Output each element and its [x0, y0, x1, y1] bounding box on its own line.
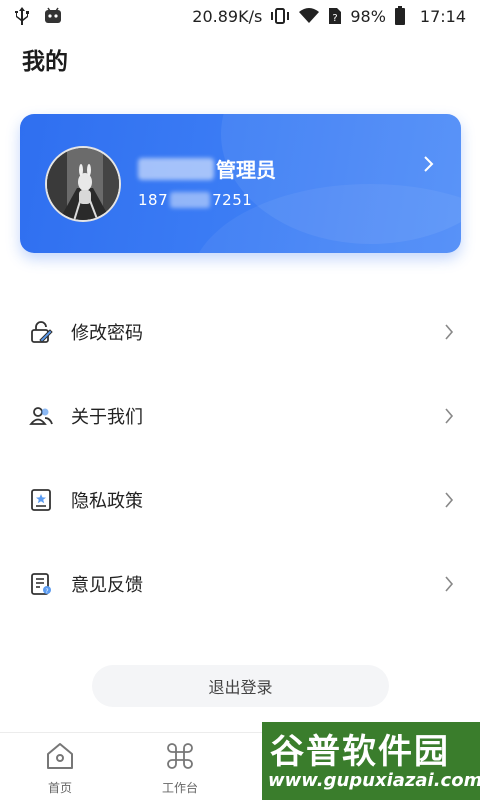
tab-label: 首页: [47, 781, 72, 795]
svg-text:?: ?: [45, 588, 48, 595]
menu-label: 关于我们: [71, 407, 143, 428]
command-icon: [164, 741, 196, 775]
menu-item-change-password[interactable]: 修改密码: [0, 302, 480, 362]
chevron-right-icon: [444, 491, 454, 513]
tab-workbench[interactable]: 工作台: [132, 741, 228, 797]
sim-unknown-icon: ?: [328, 7, 342, 25]
tab-home[interactable]: 首页: [12, 741, 108, 797]
name-redaction: [138, 157, 214, 180]
battery-icon: [394, 6, 406, 26]
menu-item-privacy-policy[interactable]: 隐私政策: [0, 470, 480, 530]
site-watermark: 谷普软件园 www.gupuxiazai.com: [262, 722, 480, 800]
watermark-title: 谷普软件园: [270, 732, 450, 772]
edit-lock-icon: [29, 320, 53, 344]
chevron-right-icon: [444, 575, 454, 597]
watermark-url: www.gupuxiazai.com: [268, 770, 480, 791]
phone-prefix: 187: [138, 191, 169, 209]
phone-redaction: [170, 192, 211, 208]
profile-card[interactable]: 管理员 187 7251: [20, 114, 461, 253]
avatar[interactable]: [45, 146, 121, 222]
vibrate-icon: [270, 7, 290, 25]
android-bot-icon: [44, 7, 62, 25]
chevron-right-icon: [444, 323, 454, 345]
chevron-right-icon: [423, 154, 435, 178]
user-role: 管理员: [216, 158, 276, 182]
home-icon: [44, 741, 76, 775]
menu-label: 隐私政策: [71, 491, 143, 512]
feedback-doc-icon: ?: [29, 572, 53, 596]
wifi-icon: [298, 7, 320, 25]
status-bar: 20.89K/s ? 98% 17:14: [0, 0, 480, 32]
menu-label: 修改密码: [71, 323, 143, 344]
menu-label: 意见反馈: [71, 575, 143, 596]
menu-item-about-us[interactable]: 关于我们: [0, 386, 480, 446]
users-icon: [29, 404, 53, 428]
privacy-doc-icon: [29, 488, 53, 512]
battery-percent: 98%: [350, 6, 386, 26]
menu-item-feedback[interactable]: ? 意见反馈: [0, 554, 480, 614]
usb-icon: [14, 6, 30, 26]
tab-label: 工作台: [161, 781, 198, 795]
phone-number: 187 7251: [138, 191, 252, 209]
logout-button[interactable]: 退出登录: [92, 665, 389, 707]
page-title: 我的: [22, 49, 68, 75]
phone-suffix: 7251: [212, 191, 253, 209]
user-name-row: 管理员: [138, 154, 276, 183]
svg-text:?: ?: [333, 13, 338, 24]
clock: 17:14: [419, 6, 466, 26]
chevron-right-icon: [444, 407, 454, 429]
net-speed: 20.89K/s: [192, 6, 263, 26]
